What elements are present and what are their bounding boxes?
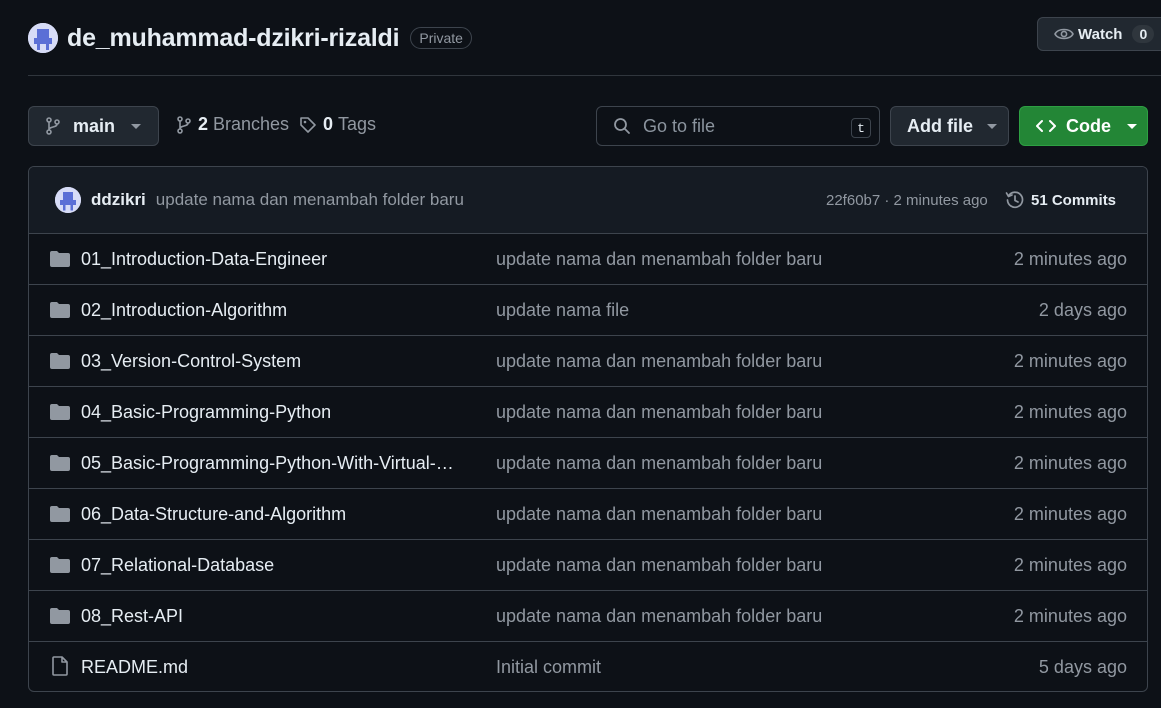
file-name-link[interactable]: 03_Version-Control-System xyxy=(81,351,301,372)
eye-icon xyxy=(1054,28,1074,40)
file-row[interactable]: 05_Basic-Programming-Python-With-Virtual… xyxy=(29,438,1147,489)
branch-icon xyxy=(177,115,191,134)
code-label: Code xyxy=(1066,115,1111,136)
watch-button[interactable]: Watch 0 xyxy=(1037,17,1161,51)
file-commit-message[interactable]: update nama dan menambah folder baru xyxy=(496,249,822,270)
commit-author[interactable]: ddzikri xyxy=(91,190,146,210)
repo-header: de_muhammad-dzikri-rizaldi Private xyxy=(28,20,472,56)
file-row[interactable]: 01_Introduction-Data-Engineer update nama… xyxy=(29,234,1147,285)
file-commit-message[interactable]: update nama dan menambah folder baru xyxy=(496,555,822,576)
file-commit-time: 2 minutes ago xyxy=(1013,350,1127,371)
folder-icon xyxy=(49,505,71,528)
add-file-button[interactable]: Add file xyxy=(890,106,1009,146)
file-table: ddzikri update nama dan menambah folder … xyxy=(28,166,1148,692)
file-commit-time: 5 days ago xyxy=(1038,656,1127,677)
tags-label: Tags xyxy=(338,114,377,134)
file-name-link[interactable]: 02_Introduction-Algorithm xyxy=(81,300,287,321)
folder-icon xyxy=(49,352,71,375)
file-name-link[interactable]: 07_Relational-Database xyxy=(81,555,274,576)
tag-icon xyxy=(300,116,316,133)
branch-selector-button[interactable]: main xyxy=(28,106,159,146)
folder-icon xyxy=(49,556,71,579)
file-commit-message[interactable]: update nama dan menambah folder baru xyxy=(496,453,822,474)
file-commit-message[interactable]: update nama dan menambah folder baru xyxy=(496,351,822,372)
file-name-link[interactable]: 05_Basic-Programming-Python-With-Virtual… xyxy=(81,453,461,474)
file-row[interactable]: 02_Introduction-Algorithm update nama fil… xyxy=(29,285,1147,336)
file-name-link[interactable]: 08_Rest-API xyxy=(81,606,183,627)
folder-icon xyxy=(49,250,71,273)
folder-icon xyxy=(49,454,71,477)
visibility-badge: Private xyxy=(410,27,472,49)
file-commit-message[interactable]: update nama dan menambah folder baru xyxy=(496,402,822,423)
file-commit-time: 2 minutes ago xyxy=(1013,248,1127,269)
file-row[interactable]: README.md Initial commit 5 days ago xyxy=(29,642,1147,691)
commits-count-label: 51 Commits xyxy=(1031,191,1117,209)
go-to-file-input[interactable] xyxy=(641,114,845,138)
keyboard-shortcut-hint: t xyxy=(851,118,871,138)
watch-label: Watch xyxy=(1078,25,1123,43)
file-commit-time: 2 minutes ago xyxy=(1013,503,1127,524)
commits-history-link[interactable]: 51 Commits xyxy=(1005,190,1116,210)
file-row[interactable]: 07_Relational-Database update nama dan me… xyxy=(29,540,1147,591)
file-commit-time: 2 minutes ago xyxy=(1013,401,1127,422)
owner-avatar[interactable] xyxy=(28,23,58,53)
watch-count: 0 xyxy=(1132,25,1155,43)
history-icon xyxy=(1005,191,1024,209)
code-button[interactable]: Code xyxy=(1019,106,1148,146)
folder-icon xyxy=(49,403,71,426)
file-row[interactable]: 03_Version-Control-System update nama dan… xyxy=(29,336,1147,387)
latest-commit-bar: ddzikri update nama dan menambah folder … xyxy=(29,167,1147,234)
file-commit-message[interactable]: update nama dan menambah folder baru xyxy=(496,504,822,525)
branches-link[interactable]: 2 Branches xyxy=(176,114,289,135)
add-file-label: Add file xyxy=(907,115,973,136)
file-commit-time: 2 minutes ago xyxy=(1013,554,1127,575)
file-icon xyxy=(51,656,69,681)
branches-count: 2 xyxy=(198,114,209,134)
file-commit-message[interactable]: update nama file xyxy=(496,300,629,321)
commit-hash-time[interactable]: 22f60b7 · 2 minutes ago xyxy=(826,192,988,209)
commit-message[interactable]: update nama dan menambah folder baru xyxy=(156,190,464,210)
folder-icon xyxy=(49,301,71,324)
branch-icon xyxy=(46,117,60,135)
tags-link[interactable]: 0 Tags xyxy=(299,114,376,135)
branch-name: main xyxy=(73,115,116,136)
commit-author-avatar[interactable] xyxy=(55,187,81,213)
go-to-file-search[interactable]: t xyxy=(596,106,880,146)
chevron-down-icon xyxy=(131,123,142,129)
header-divider xyxy=(28,75,1161,76)
file-row[interactable]: 08_Rest-API update nama dan menambah fold… xyxy=(29,591,1147,642)
chevron-down-icon xyxy=(987,123,997,129)
file-commit-time: 2 minutes ago xyxy=(1013,452,1127,473)
file-name-link[interactable]: README.md xyxy=(81,657,188,678)
file-commit-time: 2 minutes ago xyxy=(1013,605,1127,626)
tags-count: 0 xyxy=(323,114,334,134)
file-commit-message[interactable]: Initial commit xyxy=(496,657,601,678)
code-icon xyxy=(1036,120,1056,132)
file-commit-message[interactable]: update nama dan menambah folder baru xyxy=(496,606,822,627)
file-row[interactable]: 06_Data-Structure-and-Algorithm update na… xyxy=(29,489,1147,540)
repo-name[interactable]: de_muhammad-dzikri-rizaldi xyxy=(67,24,400,53)
file-name-link[interactable]: 01_Introduction-Data-Engineer xyxy=(81,249,327,270)
file-row[interactable]: 04_Basic-Programming-Python update nama d… xyxy=(29,387,1147,438)
search-icon xyxy=(614,118,630,134)
file-name-link[interactable]: 04_Basic-Programming-Python xyxy=(81,402,331,423)
chevron-down-icon xyxy=(1127,123,1137,129)
file-commit-time: 2 days ago xyxy=(1038,299,1127,320)
folder-icon xyxy=(49,607,71,630)
branches-label: Branches xyxy=(213,114,290,134)
file-name-link[interactable]: 06_Data-Structure-and-Algorithm xyxy=(81,504,346,525)
